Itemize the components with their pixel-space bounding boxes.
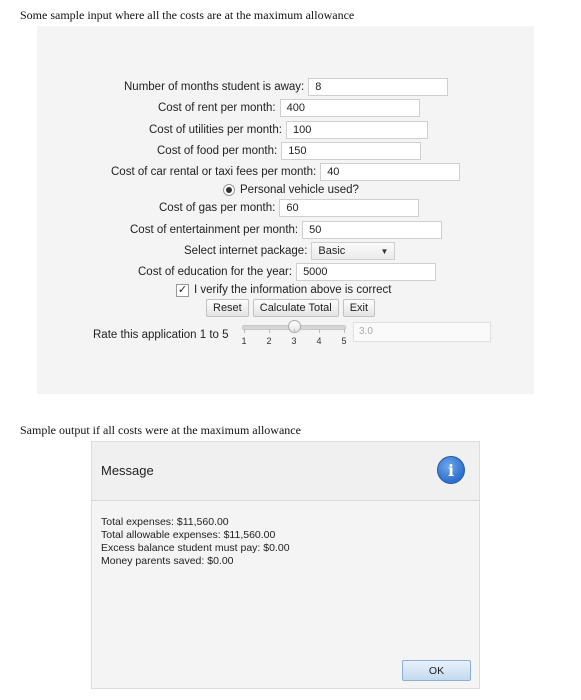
food-row: Cost of food per month: 150 xyxy=(157,141,422,161)
slider-tick-label: 1 xyxy=(241,336,247,346)
car-rental-field[interactable]: 40 xyxy=(320,163,461,181)
radio-dot-icon xyxy=(226,187,232,193)
internet-package-select[interactable]: Basic ▼ xyxy=(311,242,396,260)
slider-tick-label: 3 xyxy=(291,336,297,346)
slider-tick-mark xyxy=(319,329,320,333)
slider-tick-label: 5 xyxy=(341,336,347,346)
internet-package-value: Basic xyxy=(318,245,346,257)
utilities-row: Cost of utilities per month: 100 xyxy=(149,120,428,140)
utilities-label: Cost of utilities per month: xyxy=(149,124,282,136)
rating-row: Rate this application 1 to 5 xyxy=(93,325,229,345)
exit-button[interactable]: Exit xyxy=(342,299,376,317)
dialog-message: Total expenses: $11,560.00 Total allowab… xyxy=(101,516,290,568)
rating-display-field: 3.0 xyxy=(353,322,491,342)
verify-row[interactable]: ✓ I verify the information above is corr… xyxy=(176,280,392,300)
button-row: Reset Calculate Total Exit xyxy=(206,298,379,318)
message-dialog: Message i Total expenses: $11,560.00 Tot… xyxy=(91,441,480,689)
info-icon: i xyxy=(437,456,465,484)
message-line: Money parents saved: $0.00 xyxy=(101,555,234,567)
rent-row: Cost of rent per month: 400 xyxy=(158,98,420,118)
entertainment-field[interactable]: 50 xyxy=(302,221,443,239)
rent-field[interactable]: 400 xyxy=(279,99,420,117)
entertainment-label: Cost of entertainment per month: xyxy=(130,224,299,236)
months-label: Number of months student is away: xyxy=(124,81,305,93)
car-rental-label: Cost of car rental or taxi fees per mont… xyxy=(111,166,317,178)
personal-vehicle-label: Personal vehicle used? xyxy=(240,184,359,196)
calculate-total-button[interactable]: Calculate Total xyxy=(252,299,339,317)
slider-tick-label: 2 xyxy=(266,336,272,346)
slider-tick-mark xyxy=(294,329,295,333)
slider-tick-mark xyxy=(344,329,345,333)
slider-tick-mark xyxy=(269,329,270,333)
dialog-title: Message xyxy=(101,463,154,478)
verify-checkbox[interactable]: ✓ xyxy=(176,283,189,297)
internet-row: Select internet package: Basic ▼ xyxy=(184,241,396,261)
rent-label: Cost of rent per month: xyxy=(158,102,276,114)
entertainment-row: Cost of entertainment per month: 50 xyxy=(130,220,443,240)
slider-tick-label: 4 xyxy=(316,336,322,346)
personal-vehicle-radio[interactable] xyxy=(223,184,235,196)
message-line: Excess balance student must pay: $0.00 xyxy=(101,542,290,554)
slider-ticks: 1 2 3 4 5 xyxy=(238,329,350,346)
rating-label: Rate this application 1 to 5 xyxy=(93,329,229,341)
car-rental-row: Cost of car rental or taxi fees per mont… xyxy=(111,162,461,182)
rating-slider[interactable]: 1 2 3 4 5 xyxy=(238,320,350,346)
gas-label: Cost of gas per month: xyxy=(159,202,276,214)
message-line: Total expenses: $11,560.00 xyxy=(101,516,229,528)
food-field[interactable]: 150 xyxy=(281,142,422,160)
internet-label: Select internet package: xyxy=(184,245,308,257)
reset-button[interactable]: Reset xyxy=(206,299,249,317)
food-label: Cost of food per month: xyxy=(157,145,278,157)
output-caption: Sample output if all costs were at the m… xyxy=(20,423,301,437)
message-line: Total allowable expenses: $11,560.00 xyxy=(101,529,276,541)
verify-label: I verify the information above is correc… xyxy=(194,284,392,296)
education-label: Cost of education for the year: xyxy=(138,266,293,278)
gas-field[interactable]: 60 xyxy=(279,199,420,217)
utilities-field[interactable]: 100 xyxy=(285,121,428,139)
personal-vehicle-row[interactable]: Personal vehicle used? xyxy=(223,180,359,200)
gas-row: Cost of gas per month: 60 xyxy=(159,198,420,218)
slider-tick-mark xyxy=(244,329,245,333)
education-row: Cost of education for the year: 5000 xyxy=(138,262,437,282)
dialog-header: Message i xyxy=(92,442,479,501)
months-field[interactable]: 8 xyxy=(308,78,449,96)
months-row: Number of months student is away: 8 xyxy=(124,77,449,97)
input-caption: Some sample input where all the costs ar… xyxy=(20,8,355,22)
ok-button[interactable]: OK xyxy=(402,660,471,681)
education-field[interactable]: 5000 xyxy=(296,263,437,281)
chevron-down-icon: ▼ xyxy=(380,246,389,256)
